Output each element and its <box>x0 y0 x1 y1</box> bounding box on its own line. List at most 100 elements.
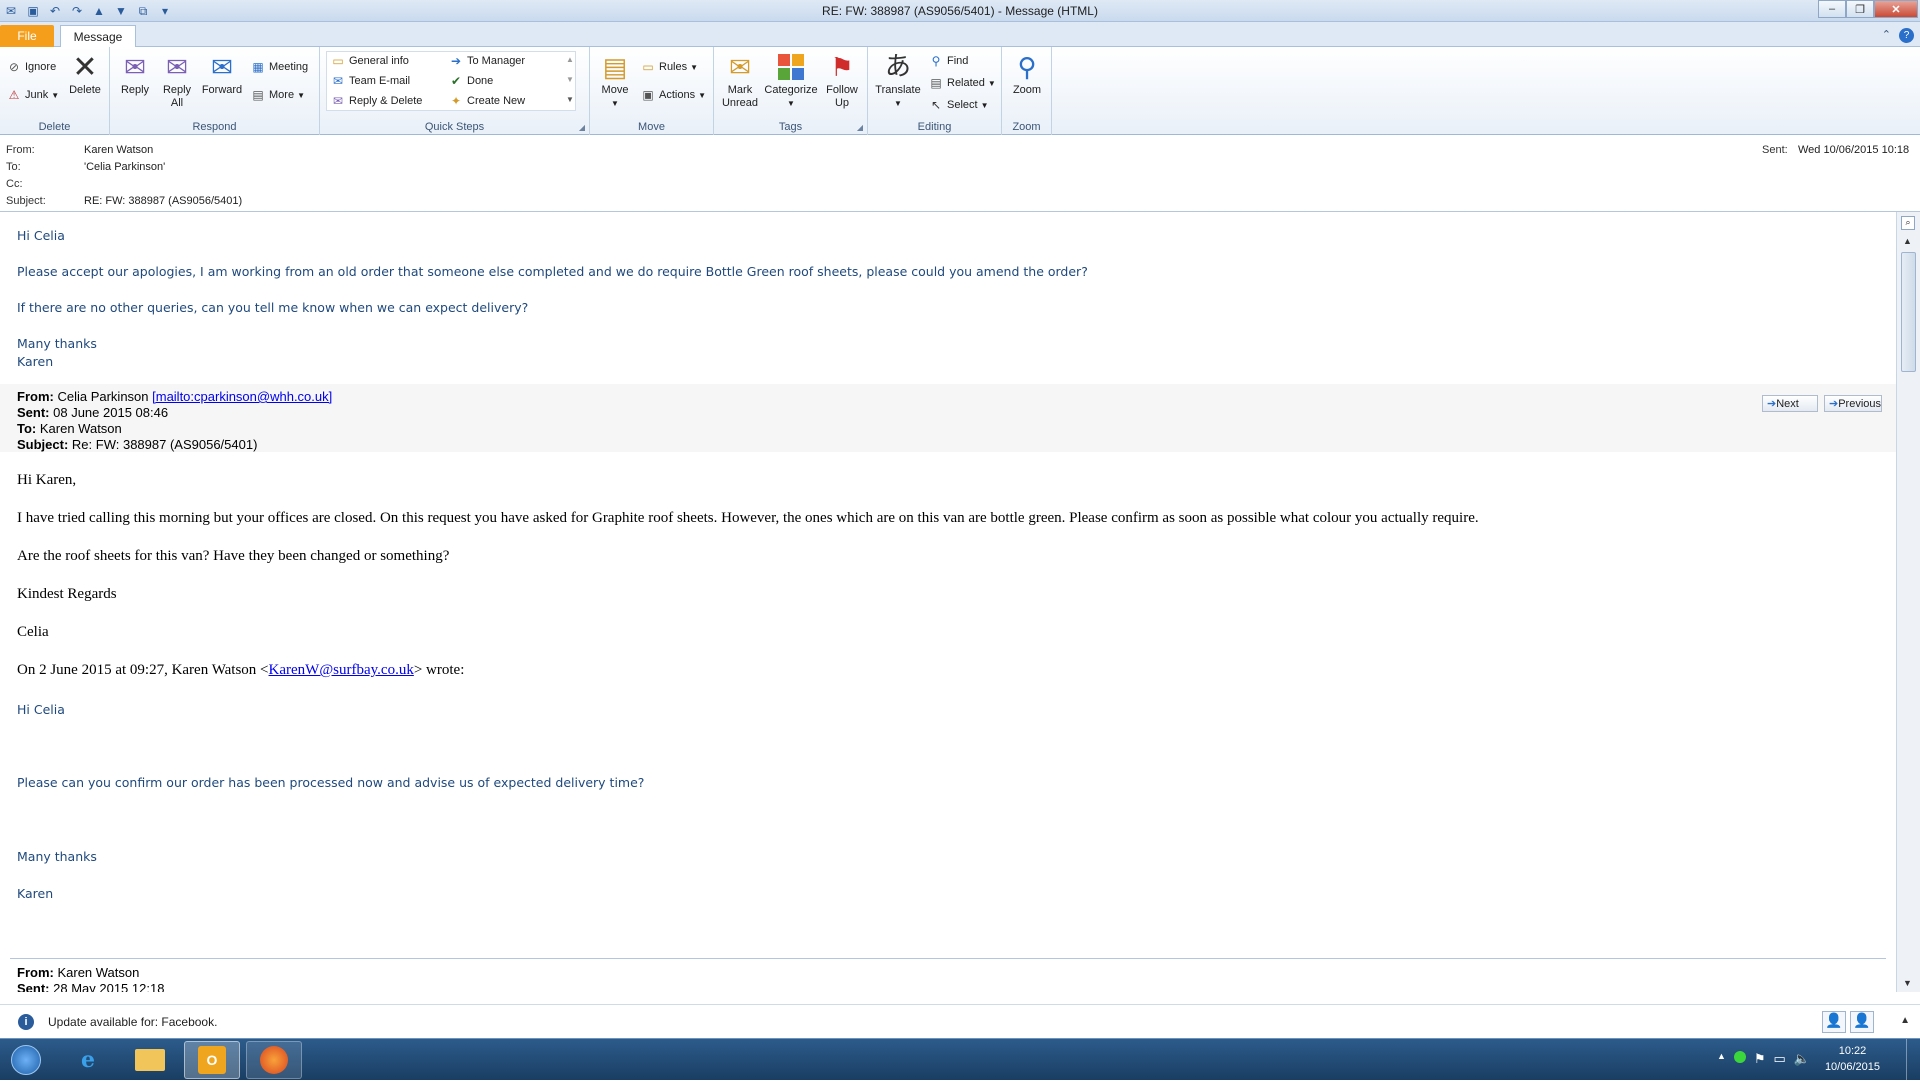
previous-button[interactable]: ➔Previous <box>1824 395 1882 412</box>
junk-icon: ⚠ <box>8 88 20 102</box>
find-button[interactable]: ⚲ Find <box>928 53 969 69</box>
quoted-from: From: Celia Parkinson [mailto:cparkinson… <box>17 389 333 404</box>
editing-group: あ Translate ▼ ⚲ Find ▤ Related ▼ ↖ Select ▼ Edi… <box>868 47 1002 135</box>
follow-up-button[interactable]: ⚑ Follow Up <box>822 51 862 110</box>
subject-value: RE: FW: 388987 (AS9056/5401) <box>84 195 243 207</box>
categorize-button[interactable]: Categorize ▼ <box>762 51 820 110</box>
quick-steps-group: ▭ General info ✉ Team E-mail ✉ Reply & Dele… <box>320 47 590 135</box>
taskbar-firefox[interactable] <box>246 1041 302 1079</box>
maximize-button[interactable]: ❐ <box>1846 0 1874 18</box>
reply-button[interactable]: ✉ Reply <box>116 51 154 97</box>
tab-file[interactable]: File <box>0 25 54 47</box>
outlook-icon: O <box>198 1046 226 1074</box>
related-button[interactable]: ▤ Related ▼ <box>928 75 996 91</box>
window-controls: – ❐ ✕ <box>1818 0 1918 18</box>
people-pane-icon-2[interactable]: 👤 <box>1850 1011 1874 1033</box>
vertical-scrollbar[interactable]: ⌕ ▲ ▼ <box>1896 212 1920 992</box>
actions-button[interactable]: ▣ Actions ▼ <box>640 87 706 103</box>
status-green-icon[interactable] <box>1733 1051 1746 1063</box>
translate-button[interactable]: あ Translate ▼ <box>872 51 924 110</box>
chevron-down-icon: ▼ <box>987 78 996 88</box>
info-icon: i <box>18 1014 34 1030</box>
checkmark-icon: ✔ <box>450 74 462 88</box>
taskbar-internet-explorer[interactable]: e <box>60 1041 116 1079</box>
quicksteps-scroll-up-icon[interactable]: ▲ <box>566 55 574 64</box>
magnifier-icon: ⚲ <box>1017 51 1037 82</box>
select-button[interactable]: ↖ Select ▼ <box>928 97 989 113</box>
chevron-down-icon: ▼ <box>787 99 795 108</box>
start-button[interactable] <box>0 1041 52 1079</box>
chevron-down-icon: ▼ <box>698 90 706 100</box>
create-new-icon: ✦ <box>450 94 462 108</box>
windows-logo-icon <box>11 1045 41 1075</box>
rules-button[interactable]: ▭ Rules ▼ <box>640 59 698 75</box>
quoted-signature: Celia <box>17 624 49 640</box>
categorize-icon <box>775 51 807 83</box>
quoted2-sent: Sent: 28 May 2015 12:18 <box>17 981 165 992</box>
email-link[interactable]: KarenW@surfbay.co.uk <box>269 662 414 678</box>
ignore-button[interactable]: ⊘ Ignore <box>6 59 56 75</box>
quoted-greeting: Hi Karen, <box>17 472 77 488</box>
tab-message[interactable]: Message <box>60 25 136 47</box>
quickstep-reply-delete[interactable]: ✉ Reply & Delete <box>330 93 422 109</box>
taskbar-outlook[interactable]: O <box>184 1041 240 1079</box>
quickstep-general-info[interactable]: ▭ General info <box>330 53 409 69</box>
quickstep-done[interactable]: ✔ Done <box>448 73 493 89</box>
update-notice-bar: i Update available for: Facebook. 👤 👤 ▲ <box>0 1004 1920 1038</box>
zoom-button[interactable]: ⚲ Zoom <box>1006 51 1048 97</box>
scroll-thumb[interactable] <box>1901 252 1916 372</box>
mailto-link[interactable]: [mailto:cparkinson@whh.co.uk] <box>152 389 332 404</box>
quoted-wrote-line: On 2 June 2015 at 09:27, Karen Watson <K… <box>17 662 465 678</box>
more-button[interactable]: ▤ More ▼ <box>250 87 305 103</box>
forward-button[interactable]: ✉ Forward <box>200 51 244 97</box>
sent-label: Sent: <box>1762 144 1788 156</box>
to-value[interactable]: 'Celia Parkinson' <box>84 161 165 173</box>
from-value[interactable]: Karen Watson <box>84 144 153 156</box>
sent-value: Wed 10/06/2015 10:18 <box>1798 144 1910 156</box>
update-notice-text[interactable]: Update available for: Facebook. <box>48 1015 217 1029</box>
to-manager-icon: ➔ <box>450 54 462 68</box>
expand-up-icon[interactable]: ▲ <box>1900 1015 1910 1026</box>
scroll-down-icon[interactable]: ▼ <box>1903 978 1912 988</box>
reply-delete-icon: ✉ <box>332 94 344 108</box>
quickstep-team-email[interactable]: ✉ Team E-mail <box>330 73 410 89</box>
show-desktop-button[interactable] <box>1906 1039 1920 1081</box>
clock[interactable]: 10:22 10/06/2015 <box>1825 1043 1880 1075</box>
meeting-button[interactable]: ▦ Meeting <box>250 59 308 75</box>
quoted2-greeting: Hi Celia <box>17 702 65 717</box>
taskbar-file-explorer[interactable] <box>122 1041 178 1079</box>
minimize-ribbon-icon[interactable]: ⌃ <box>1882 28 1891 43</box>
people-pane-icon[interactable]: 👤 <box>1822 1011 1846 1033</box>
network-icon[interactable]: ▭ <box>1774 1051 1786 1067</box>
mark-unread-button[interactable]: ✉ Mark Unread <box>718 51 762 110</box>
quickstep-to-manager[interactable]: ➔ To Manager <box>448 53 525 69</box>
junk-button[interactable]: ⚠ Junk ▼ <box>6 87 60 103</box>
mark-unread-icon: ✉ <box>729 51 751 82</box>
minimize-button[interactable]: – <box>1818 0 1846 18</box>
chevron-down-icon: ▼ <box>690 62 699 72</box>
quickstep-create-new[interactable]: ✦ Create New <box>448 93 525 109</box>
reply-paragraph-1: Please accept our apologies, I am workin… <box>17 264 1088 279</box>
chevron-down-icon: ▼ <box>297 90 305 100</box>
quoted-regards: Kindest Regards <box>17 586 117 602</box>
help-icon[interactable]: ? <box>1899 28 1914 43</box>
zoom-page-icon[interactable]: ⌕ <box>1901 216 1915 230</box>
scroll-up-icon[interactable]: ▲ <box>1903 236 1912 246</box>
delete-group: ⊘ Ignore ⚠ Junk ▼ ✕ Delete Delete <box>0 47 110 135</box>
window-title: RE: FW: 388987 (AS9056/5401) - Message (… <box>822 4 1098 18</box>
reply-all-button[interactable]: ✉ Reply All <box>158 51 196 110</box>
show-hidden-icons-icon[interactable]: ▲ <box>1717 1051 1726 1067</box>
next-button[interactable]: ➔Next <box>1762 395 1818 412</box>
close-button[interactable]: ✕ <box>1874 0 1918 18</box>
move-button[interactable]: ▤ Move ▼ <box>596 51 634 110</box>
rules-icon: ▭ <box>642 60 654 74</box>
action-center-flag-icon[interactable]: ⚑ <box>1754 1051 1766 1067</box>
delete-button[interactable]: ✕ Delete <box>66 51 104 97</box>
find-binoculars-icon: ⚲ <box>931 54 941 68</box>
quicksteps-scroll-down-icon[interactable]: ▼ <box>566 75 574 84</box>
message-body[interactable]: Hi Celia Please accept our apologies, I … <box>0 212 1896 992</box>
volume-icon[interactable]: 🔈 <box>1794 1051 1810 1067</box>
quicksteps-expand-icon[interactable]: ▼ <box>566 95 574 104</box>
quoted-paragraph-1: I have tried calling this morning but yo… <box>17 510 1479 526</box>
flag-icon: ⚑ <box>830 51 854 82</box>
